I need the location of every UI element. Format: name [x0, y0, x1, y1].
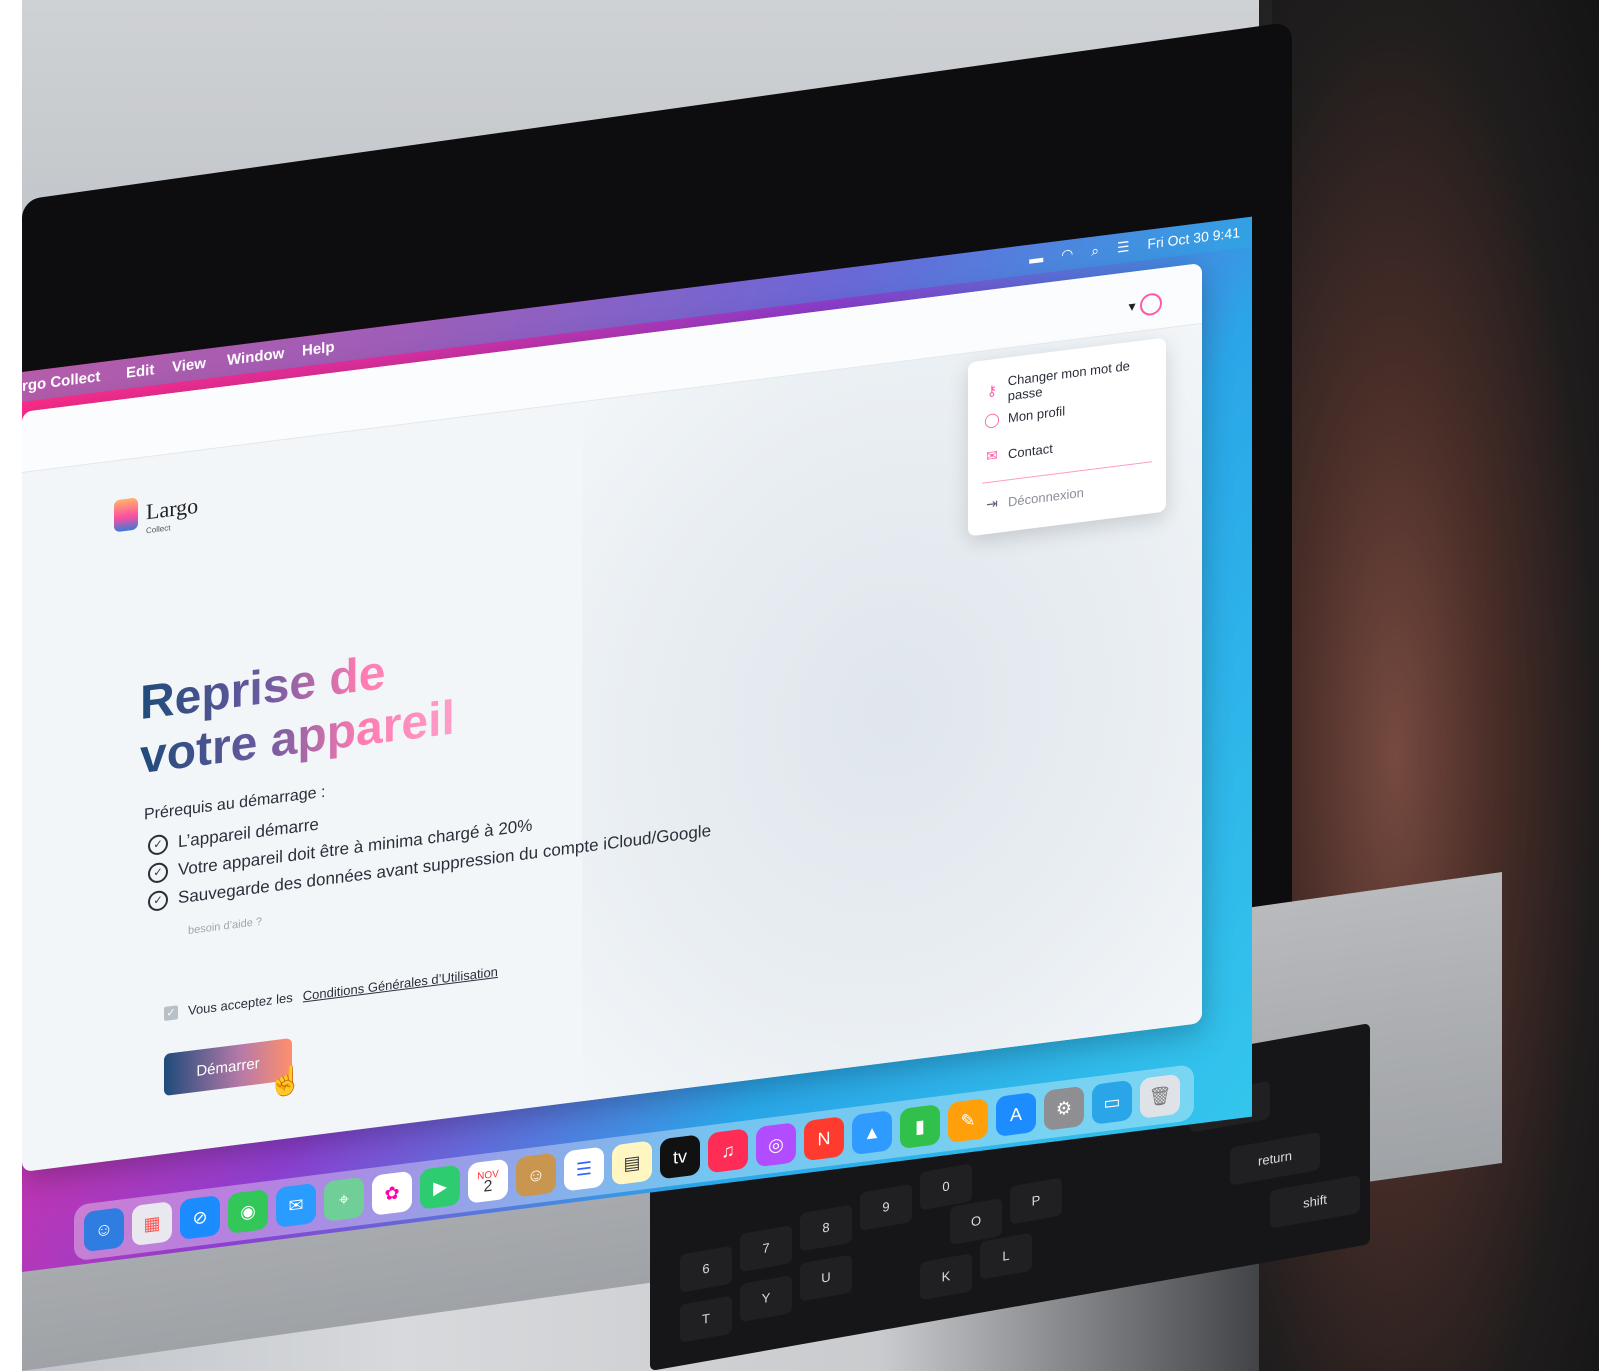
launchpad-icon[interactable]: ▦	[132, 1201, 172, 1247]
messages-icon[interactable]: ◉	[228, 1188, 268, 1234]
wifi-icon[interactable]: ◠	[1061, 245, 1073, 264]
menu-item-label: Déconnexion	[1008, 484, 1084, 510]
key-l[interactable]: L	[980, 1232, 1032, 1280]
page-title: Reprise de votre appareil	[140, 637, 455, 785]
logout-icon: ⇥	[986, 494, 998, 513]
key-o[interactable]: O	[950, 1197, 1002, 1246]
page-edge	[0, 0, 22, 1371]
reminders-icon[interactable]: ☰	[564, 1146, 604, 1192]
system-preferences-icon[interactable]: ⚙	[1044, 1085, 1084, 1131]
app-store-icon[interactable]: A	[996, 1091, 1036, 1137]
app-window: ▼ Largo Collect ⚷ Changer mon mot de pas…	[22, 262, 1202, 1172]
trash-icon[interactable]: 🗑	[1140, 1073, 1180, 1119]
key-y[interactable]: Y	[740, 1274, 792, 1323]
menu-window[interactable]: Window	[227, 345, 284, 369]
finder-icon[interactable]: ☺	[84, 1207, 124, 1253]
menu-item-label: Changer mon mot de passe	[1007, 358, 1130, 404]
menu-item-contact[interactable]: ✉ Contact	[984, 440, 1053, 466]
key-shift[interactable]: shift	[1270, 1174, 1360, 1229]
key-7[interactable]: 7	[740, 1224, 792, 1273]
menu-view[interactable]: View	[172, 355, 206, 376]
hand-cursor-icon: ☝	[268, 1063, 303, 1099]
key-6[interactable]: 6	[680, 1245, 732, 1293]
key-return[interactable]: return	[1230, 1131, 1320, 1186]
pages-icon[interactable]: ✎	[948, 1097, 988, 1144]
menu-item-change-password[interactable]: ⚷ Changer mon mot de passe	[984, 353, 1166, 406]
user-dropdown-menu: ⚷ Changer mon mot de passe ◯ Mon profil …	[968, 337, 1166, 537]
key-u[interactable]: U	[800, 1254, 852, 1302]
music-icon[interactable]: ♫	[708, 1128, 748, 1174]
key-k[interactable]: K	[920, 1253, 972, 1301]
control-center-icon[interactable]: ☰	[1117, 238, 1130, 257]
terms-checkbox[interactable]: ✓	[164, 1004, 178, 1021]
datetime[interactable]: Fri Oct 30 9:41	[1147, 224, 1240, 252]
facetime-icon[interactable]: ▶	[420, 1164, 460, 1210]
help-link[interactable]: besoin d’aide ?	[188, 916, 262, 937]
user-avatar-icon[interactable]	[1140, 291, 1162, 317]
menu-item-label: Mon profil	[1008, 403, 1066, 426]
logo-text: Largo	[146, 492, 199, 525]
menu-divider	[982, 461, 1152, 484]
menu-app-name[interactable]: rgo Collect	[22, 368, 100, 395]
terms-text: Vous acceptez les	[188, 989, 293, 1019]
keynote-icon[interactable]: ▲	[852, 1110, 892, 1156]
chevron-down-icon[interactable]: ▼	[1126, 299, 1138, 315]
check-circle-icon: ✓	[148, 889, 168, 913]
largo-logo-icon	[114, 497, 138, 533]
calendar-icon[interactable]: NOV 2	[468, 1158, 508, 1204]
key-8[interactable]: 8	[800, 1204, 852, 1252]
calendar-day: 2	[483, 1177, 493, 1196]
podcasts-icon[interactable]: ◎	[756, 1122, 796, 1168]
news-icon[interactable]: N	[804, 1116, 844, 1162]
photos-icon[interactable]: ✿	[372, 1170, 412, 1216]
check-circle-icon: ✓	[148, 861, 168, 885]
check-circle-icon: ✓	[148, 833, 168, 857]
contacts-icon[interactable]: ☺	[516, 1152, 556, 1198]
search-icon[interactable]: ⌕	[1091, 242, 1099, 260]
key-9[interactable]: 9	[860, 1183, 912, 1231]
numbers-icon[interactable]: ▮	[900, 1104, 940, 1150]
apple-tv-icon[interactable]: tv	[660, 1134, 700, 1180]
battery-icon[interactable]: ▬	[1029, 249, 1043, 267]
mail-app-icon[interactable]: ✉	[276, 1182, 316, 1228]
menu-edit[interactable]: Edit	[126, 361, 154, 382]
notes-icon[interactable]: ▤	[612, 1140, 652, 1186]
key-t[interactable]: T	[680, 1295, 732, 1343]
key-0[interactable]: 0	[920, 1163, 972, 1211]
terms-acceptance: ✓ Vous acceptez les Conditions Générales…	[164, 964, 498, 1021]
menu-help[interactable]: Help	[302, 339, 335, 360]
menu-item-label: Contact	[1008, 440, 1053, 462]
maps-icon[interactable]: ⌖	[324, 1176, 364, 1222]
user-icon: ◯	[984, 410, 1000, 429]
safari-icon[interactable]: ⊘	[180, 1194, 220, 1241]
menu-item-profile[interactable]: ◯ Mon profil	[984, 402, 1065, 429]
laptop-screen: rgo Collect Edit View Window Help ▬ ◠ ⌕ …	[22, 216, 1252, 1272]
mail-icon: ✉	[986, 446, 998, 465]
key-icon: ⚷	[986, 381, 998, 399]
terms-link[interactable]: Conditions Générales d’Utilisation	[303, 964, 498, 1004]
logo-subtext: Collect	[146, 523, 171, 536]
key-p[interactable]: P	[1010, 1177, 1062, 1225]
downloads-folder-icon[interactable]: ▭	[1092, 1079, 1132, 1125]
appletv-label: tv	[672, 1145, 687, 1168]
menu-item-logout[interactable]: ⇥ Déconnexion	[984, 484, 1084, 514]
